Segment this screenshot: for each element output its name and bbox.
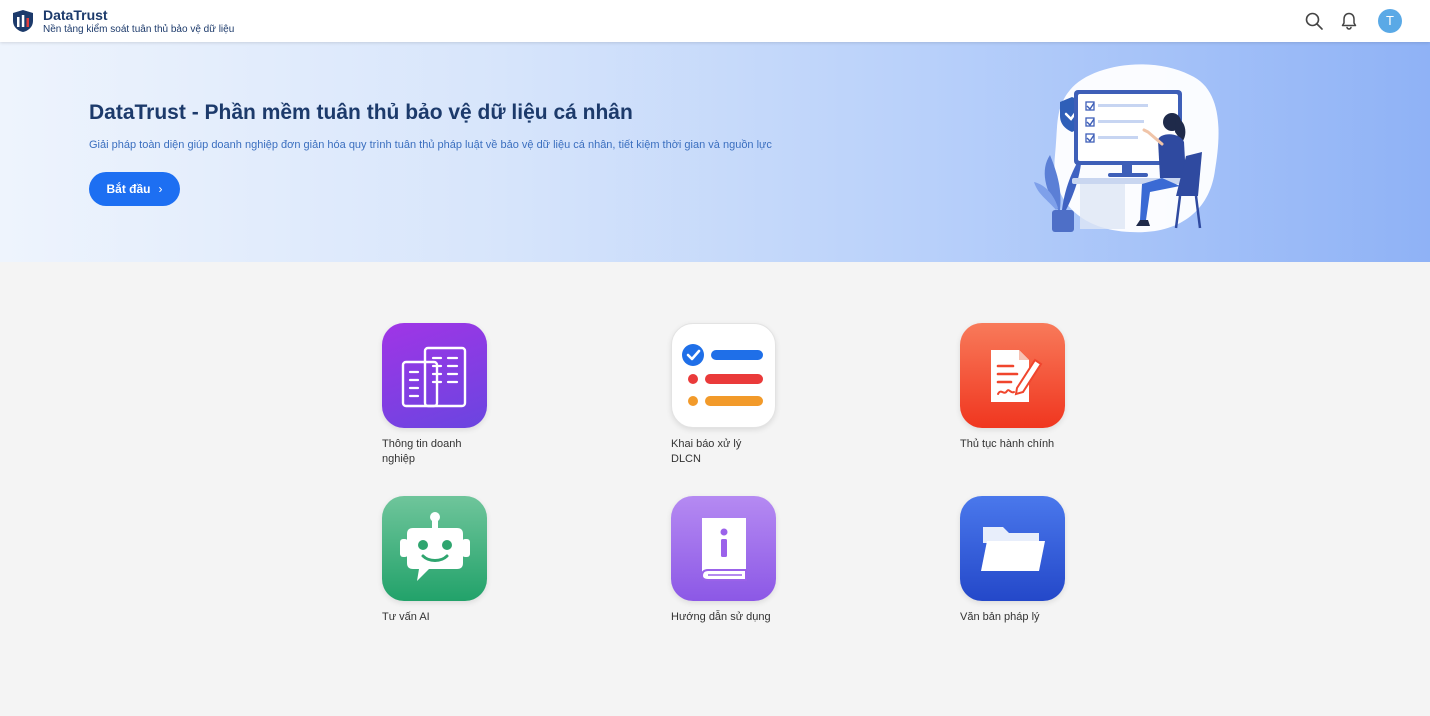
document-edit-icon[interactable] (960, 323, 1065, 428)
tile-label: Thông tin doanh nghiệp (382, 438, 462, 465)
hero-description: Giải pháp toàn diện giúp doanh nghiệp đơ… (89, 139, 772, 151)
datatrust-logo-icon[interactable] (12, 9, 34, 33)
compliance-illustration (1034, 64, 1219, 233)
tile-label: Thủ tục hành chính (960, 438, 1055, 450)
building-icon[interactable] (382, 323, 487, 428)
folder-icon[interactable] (960, 496, 1065, 601)
tile-user-guide[interactable]: Hướng dẫn sử dụng (671, 496, 791, 625)
checklist-icon[interactable] (671, 323, 776, 428)
chevron-right-icon: › (158, 182, 163, 196)
brand-title[interactable]: DataTrust (43, 7, 108, 23)
start-button-label: Bắt đầu (106, 182, 151, 196)
tile-label: Khai báo xử lý DLCN (671, 438, 742, 465)
tile-ai-consulting[interactable]: Tư vấn AI (382, 496, 502, 625)
start-button[interactable]: Bắt đầu › (89, 172, 180, 206)
robot-icon[interactable] (382, 496, 487, 601)
tile-company-info[interactable]: Thông tin doanh nghiệp (382, 323, 502, 467)
avatar[interactable]: T (1378, 9, 1402, 33)
bell-icon[interactable] (1339, 11, 1359, 31)
tile-label: Văn bản pháp lý (960, 611, 1040, 623)
tile-label: Hướng dẫn sử dụng (671, 611, 771, 623)
brand-subtitle: Nền tảng kiểm soát tuân thủ bảo vệ dữ li… (43, 24, 235, 35)
book-info-icon[interactable] (671, 496, 776, 601)
tile-label: Tư vấn AI (382, 611, 430, 623)
tile-data-processing-declaration[interactable]: Khai báo xử lý DLCN (671, 323, 791, 467)
hero-title: DataTrust - Phần mềm tuân thủ bảo vệ dữ … (89, 101, 633, 124)
tile-legal-documents[interactable]: Văn bản pháp lý (960, 496, 1080, 625)
search-icon[interactable] (1304, 11, 1324, 31)
tile-administrative-procedures[interactable]: Thủ tục hành chính (960, 323, 1080, 452)
hero-banner: DataTrust - Phần mềm tuân thủ bảo vệ dữ … (0, 42, 1430, 262)
top-bar: DataTrust Nền tảng kiểm soát tuân thủ bả… (0, 0, 1430, 42)
